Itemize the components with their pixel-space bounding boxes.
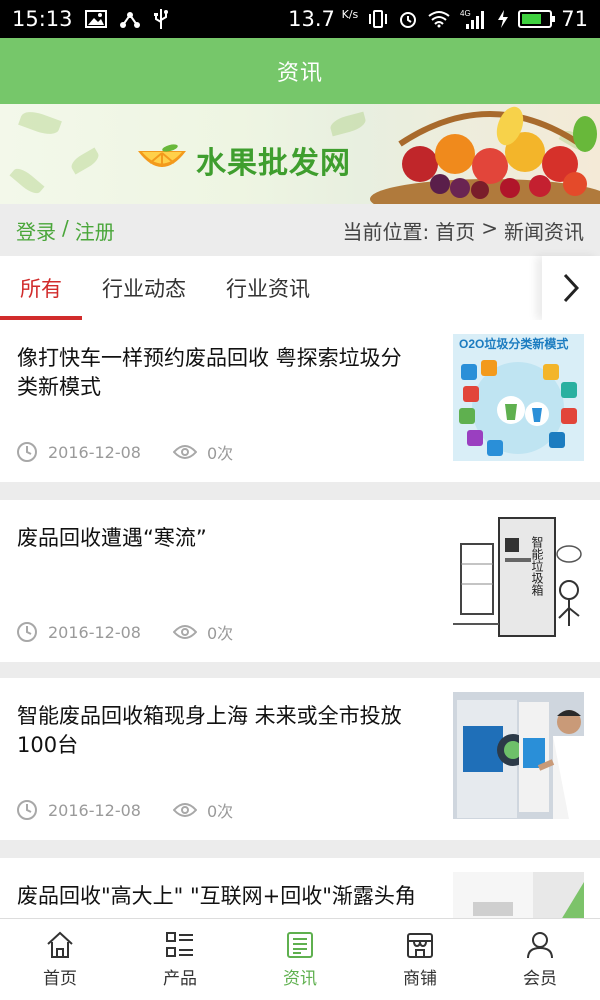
tab-industry-dynamics[interactable]: 行业动态	[82, 256, 206, 320]
breadcrumb-home[interactable]: 首页	[435, 216, 475, 245]
eye-icon	[172, 444, 197, 460]
category-tabs: 所有 行业动态 行业资讯	[0, 256, 600, 320]
news-date: 2016-12-08	[48, 442, 141, 462]
tab-all[interactable]: 所有	[0, 256, 82, 320]
news-date: 2016-12-08	[48, 622, 141, 642]
site-logo: 水果批发网	[136, 138, 351, 182]
battery-icon	[518, 10, 556, 28]
breadcrumb-current: 新闻资讯	[504, 219, 584, 244]
site-banner[interactable]: 水果批发网	[0, 104, 600, 204]
news-views: 0次	[206, 624, 234, 643]
signal-icon: 4G	[460, 8, 488, 30]
nav-label: 产品	[163, 969, 197, 989]
tab-label: 所有	[20, 277, 62, 301]
news-views: 0次	[206, 444, 234, 463]
news-thumbnail	[453, 692, 584, 819]
nav-shops[interactable]: 商铺	[360, 919, 480, 1000]
alarm-icon	[398, 9, 418, 29]
news-title: 废品回收遭遇“寒流”	[17, 526, 207, 550]
clock-icon	[16, 799, 38, 821]
image-icon	[84, 10, 107, 28]
page-title-bar: 资讯	[0, 38, 600, 104]
svg-text:智能垃圾箱: 智能垃圾箱	[530, 535, 544, 596]
breadcrumb: 当前位置: 首页 > 新闻资讯	[342, 216, 584, 245]
tab-label: 行业动态	[102, 277, 186, 301]
wifi-icon	[427, 10, 451, 28]
news-meta: 2016-12-08 0次	[16, 798, 233, 822]
share-icon	[119, 9, 141, 29]
auth-separator: /	[62, 215, 69, 240]
news-icon	[287, 932, 313, 958]
news-meta: 2016-12-08 0次	[16, 440, 233, 464]
nav-label: 商铺	[403, 969, 437, 989]
news-meta: 2016-12-08 0次	[16, 620, 233, 644]
fruit-basket-image	[370, 106, 600, 204]
breadcrumb-row: 登录 / 注册 当前位置: 首页 > 新闻资讯	[0, 204, 600, 256]
news-title: 像打快车一样预约废品回收 粤探索垃圾分类新模式	[17, 346, 402, 399]
svg-text:4G: 4G	[460, 9, 471, 18]
news-thumbnail	[453, 872, 584, 918]
nav-products[interactable]: 产品	[120, 919, 240, 1000]
nav-label: 资讯	[283, 969, 317, 989]
nav-member[interactable]: 会员	[480, 919, 600, 1000]
register-link[interactable]: 注册	[75, 216, 115, 245]
battery-level: 71	[561, 7, 588, 31]
status-time: 15:13	[12, 7, 73, 31]
news-date: 2016-12-08	[48, 800, 141, 820]
news-thumbnail: 智能垃圾箱	[453, 514, 584, 641]
news-item[interactable]: 废品回收"高大上" "互联网+回收"渐露头角	[0, 858, 600, 918]
news-views: 0次	[206, 802, 234, 821]
auth-links: 登录 / 注册	[16, 216, 115, 245]
list-icon	[166, 932, 193, 957]
page-title: 资讯	[276, 61, 323, 86]
status-bar: 15:13 13.7 K/s 4G 71	[0, 0, 600, 38]
news-item[interactable]: 废品回收遭遇“寒流” 2016-12-08 0次 智能垃圾箱	[0, 500, 600, 662]
breadcrumb-prefix: 当前位置:	[342, 219, 430, 244]
vibrate-icon	[367, 9, 389, 29]
breadcrumb-arrow: >	[481, 215, 498, 240]
login-link[interactable]: 登录	[16, 216, 56, 245]
nav-news[interactable]: 资讯	[240, 919, 360, 1000]
tabs-next-button[interactable]	[542, 256, 600, 320]
tab-industry-news[interactable]: 行业资讯	[206, 256, 330, 320]
network-speed: 13.7 K/s	[288, 7, 359, 31]
clock-icon	[16, 621, 38, 643]
nav-home[interactable]: 首页	[0, 919, 120, 1000]
shop-icon	[407, 933, 433, 958]
charging-icon	[497, 9, 509, 29]
fruit-logo-icon	[138, 144, 186, 167]
eye-icon	[172, 802, 197, 818]
bottom-nav: 首页 产品 资讯 商铺 会员	[0, 918, 600, 1000]
clock-icon	[16, 441, 38, 463]
tab-label: 行业资讯	[226, 277, 310, 301]
news-title: 智能废品回收箱现身上海 未来或全市投放100台	[17, 704, 402, 757]
eye-icon	[172, 624, 197, 640]
news-list: 像打快车一样预约废品回收 粤探索垃圾分类新模式 2016-12-08 0次 O2…	[0, 320, 600, 918]
usb-icon	[153, 8, 169, 30]
news-thumbnail: O2O垃圾分类新模式	[453, 334, 584, 461]
news-title: 废品回收"高大上" "互联网+回收"渐露头角	[17, 884, 416, 908]
home-icon	[47, 931, 73, 958]
chevron-right-icon	[563, 273, 579, 303]
news-item[interactable]: 像打快车一样预约废品回收 粤探索垃圾分类新模式 2016-12-08 0次 O2…	[0, 320, 600, 482]
news-item[interactable]: 智能废品回收箱现身上海 未来或全市投放100台 2016-12-08 0次	[0, 678, 600, 840]
user-icon	[527, 932, 553, 959]
nav-label: 首页	[43, 969, 77, 989]
svg-text:O2O垃圾分类新模式: O2O垃圾分类新模式	[459, 336, 568, 351]
site-name: 水果批发网	[196, 146, 351, 181]
nav-label: 会员	[523, 969, 557, 989]
